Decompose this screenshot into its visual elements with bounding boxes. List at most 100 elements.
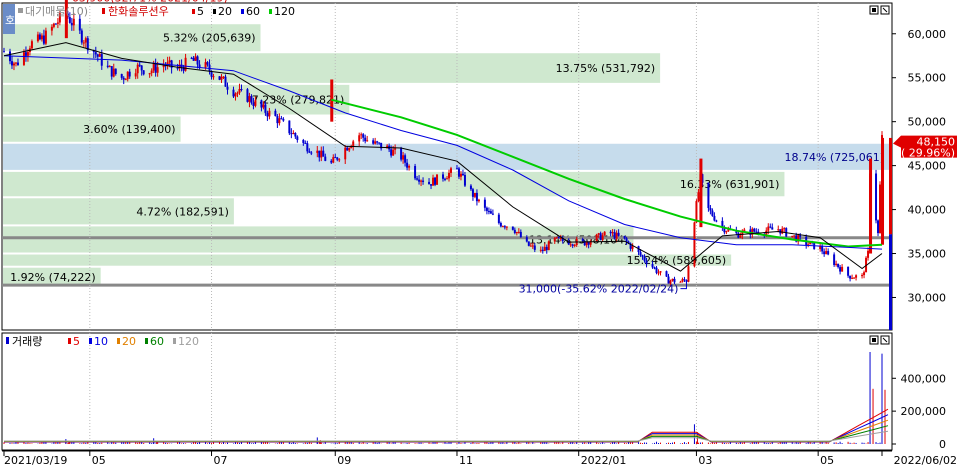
candle-body [877, 220, 880, 234]
candle-body [128, 71, 131, 77]
candle-body [394, 148, 397, 150]
volume-legend-icon [6, 337, 9, 344]
candle-body [543, 246, 546, 251]
candle-body [302, 140, 305, 143]
zone-label: 4.72% (182,591) [136, 205, 229, 218]
candle-body [310, 152, 313, 154]
candle-body [406, 162, 409, 168]
candle-body [204, 62, 207, 68]
candle-body [853, 277, 856, 279]
candle-body [42, 35, 45, 44]
candle-body [709, 208, 712, 211]
candle-body [503, 226, 506, 228]
candle-body [707, 182, 710, 209]
candle-body [547, 241, 550, 251]
candle-body [713, 215, 716, 221]
candle-body [330, 160, 333, 163]
ma-legend-swatch [213, 9, 216, 14]
candle-body [238, 89, 241, 93]
candle-body [358, 135, 361, 142]
candle-body [687, 266, 690, 282]
candle-body [404, 155, 407, 163]
candle-body [226, 86, 229, 90]
candle-body [348, 147, 351, 151]
candle-body [557, 237, 560, 239]
candle-body [80, 30, 83, 43]
candle-body [601, 235, 604, 240]
ma-legend-label: 5 [197, 5, 204, 18]
candle-body [110, 66, 113, 77]
candle-body [336, 157, 339, 160]
candle-body [539, 249, 542, 251]
candle-body [695, 201, 698, 223]
candle-body [513, 229, 516, 234]
candle-body [148, 73, 151, 75]
candle-body [653, 267, 656, 269]
candle-body [625, 238, 628, 242]
candle-body [372, 140, 375, 144]
candle-body [821, 246, 824, 252]
candle-body [485, 207, 488, 211]
candle-body [266, 112, 269, 117]
candle-body [587, 242, 590, 245]
candle-body [671, 278, 674, 281]
candle-body [344, 147, 347, 160]
candle-body [849, 275, 852, 279]
candle-body [837, 263, 840, 268]
candle-body [489, 211, 492, 214]
candle-body [639, 252, 642, 256]
candle-body [430, 184, 433, 186]
vol-ma-legend-label: 60 [150, 335, 164, 348]
candle-body [26, 52, 29, 56]
candle-body [783, 228, 786, 230]
candle-body [332, 157, 335, 163]
volume-tick-label: 200,000 [901, 405, 947, 418]
candle-body [659, 271, 662, 273]
candle-body [839, 267, 842, 272]
current-price-change: ( 29.96%) [901, 147, 955, 160]
ma-legend-swatch [241, 9, 244, 14]
candle-body [505, 226, 508, 228]
candle-body [190, 57, 193, 59]
candle-body [697, 192, 700, 202]
candle-body [392, 149, 395, 156]
candle-body [573, 245, 576, 247]
candle-body [755, 231, 758, 233]
candle-body [867, 250, 870, 258]
zone-label: 13.14% (508,104) [529, 233, 629, 246]
candle-body [126, 71, 129, 80]
candle-body [82, 42, 85, 44]
candle-body [196, 56, 199, 65]
candle-body [206, 62, 209, 65]
candle-body [781, 228, 784, 234]
candle-body [615, 232, 618, 239]
candle-body [515, 232, 518, 234]
candle-body [681, 279, 684, 282]
candle-body [597, 233, 600, 235]
zone-bar [3, 254, 732, 266]
candle-body [863, 272, 866, 276]
candle-body [318, 150, 321, 158]
candle-body [555, 237, 558, 239]
candle-body [168, 60, 171, 63]
candle-body [324, 156, 327, 161]
candle-body [585, 242, 588, 246]
candle-body [366, 140, 369, 142]
candle-body [246, 89, 249, 102]
ma-legend-label: 60 [246, 5, 260, 18]
candle-body [711, 210, 714, 216]
candle-body [38, 34, 41, 40]
candle-body [851, 277, 854, 279]
candle-body [94, 52, 97, 55]
vol-ma-legend-swatch [89, 338, 92, 344]
candle-body [374, 141, 377, 144]
candle-body [194, 56, 197, 61]
candle-body [114, 68, 117, 75]
candle-body [793, 235, 796, 237]
candle-body [434, 177, 437, 185]
candle-body [595, 234, 598, 242]
vol-ma-legend-swatch [173, 338, 176, 344]
candle-body [124, 79, 127, 81]
candle-body [150, 70, 153, 74]
candle-body [390, 149, 393, 156]
